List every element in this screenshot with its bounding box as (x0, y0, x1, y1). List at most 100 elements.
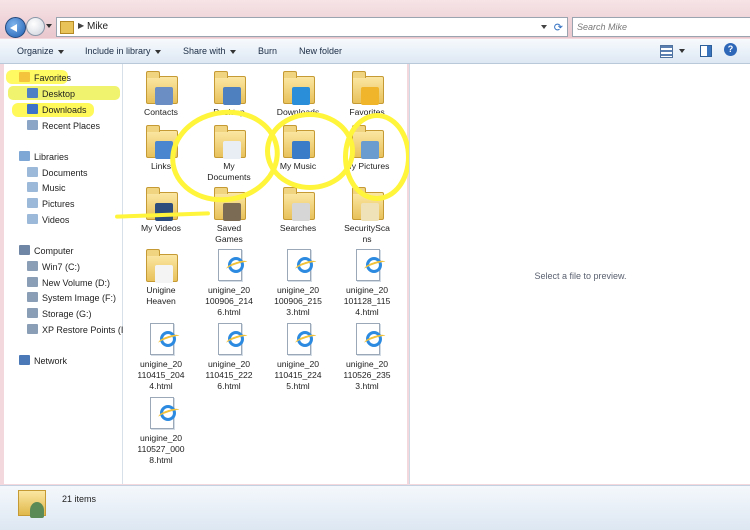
forward-button[interactable] (26, 17, 45, 36)
file-name-line: unigine_20 (207, 285, 251, 295)
file-name-line: 100906_214 (205, 296, 253, 306)
title-bar: ▶ Mike ⟳ Search Mike (0, 0, 750, 38)
nav-network-label: Network (34, 356, 68, 366)
downloads-icon (283, 71, 315, 105)
address-bar[interactable]: ▶ Mike ⟳ (56, 17, 568, 37)
file-item[interactable]: unigine_20 110415_204 4.html (129, 322, 193, 392)
nav-drive-4-label: XP Restore Points (I: (42, 325, 126, 335)
back-button[interactable] (5, 17, 26, 38)
include-in-library-button[interactable]: Include in library (85, 46, 161, 56)
nav-recent-places-label: Recent Places (42, 121, 101, 131)
computer-icon (19, 245, 30, 255)
file-name-line: 101128_115 (343, 296, 391, 306)
html-file-icon (150, 397, 176, 429)
internet-explorer-icon (366, 257, 382, 273)
file-name-line: unigine_20 (345, 359, 389, 369)
folder-icon (60, 21, 74, 34)
overlay-icon (361, 87, 379, 105)
file-name-line: Contacts (144, 107, 178, 117)
icon-wrapper (212, 70, 246, 105)
icon-wrapper (212, 322, 246, 356)
breadcrumb[interactable]: Mike (87, 21, 108, 32)
organize-button[interactable]: Organize (17, 46, 64, 56)
chevron-down-icon[interactable] (679, 49, 685, 53)
internet-explorer-icon (297, 331, 313, 347)
file-item[interactable]: Contacts (129, 70, 193, 118)
icon-wrapper (144, 70, 178, 105)
file-item[interactable]: unigine_20 110415_224 5.html (266, 322, 330, 392)
folder-icon (146, 249, 178, 283)
highlight-circle (343, 113, 411, 201)
internet-explorer-icon (160, 331, 176, 347)
file-item[interactable]: unigine_20 110415_222 6.html (197, 322, 261, 392)
nav-drive-3-label: Storage (G:) (42, 309, 92, 319)
preview-pane-icon[interactable] (700, 45, 712, 57)
icon-wrapper (144, 396, 178, 430)
documents-icon (27, 167, 38, 177)
search-input[interactable]: Search Mike (572, 17, 750, 37)
recent-places-icon (27, 120, 38, 130)
nav-documents-label: Documents (42, 168, 88, 178)
preview-message: Select a file to preview. (534, 271, 627, 281)
music-icon (27, 182, 38, 192)
overlay-icon (292, 87, 310, 105)
nav-drive-1-label: New Volume (D:) (42, 278, 111, 288)
overlay-icon (223, 203, 241, 221)
libraries-icon (19, 151, 30, 161)
file-name-line: Unigine (146, 285, 176, 295)
html-file-icon (356, 323, 382, 355)
file-name-line: 110527_000 (137, 444, 185, 454)
details-pane: 21 items (0, 485, 750, 530)
include-label: Include in library (85, 46, 151, 56)
file-name-line: Games (215, 234, 243, 244)
file-item[interactable]: unigine_20 110526_235 3.html (335, 322, 399, 392)
file-item[interactable]: Downloads (266, 70, 330, 118)
views-icon[interactable] (660, 45, 673, 58)
internet-explorer-icon (160, 405, 176, 421)
help-icon[interactable]: ? (724, 43, 737, 56)
file-item[interactable]: unigine_20 100906_214 6.html (197, 248, 261, 318)
internet-explorer-icon (228, 257, 244, 273)
file-item[interactable]: unigine_20 110527_000 8.html (129, 396, 193, 466)
file-name-line: 5.html (286, 381, 310, 391)
pictures-icon (27, 198, 38, 208)
file-name-line: unigine_20 (276, 285, 320, 295)
file-name-line: 110415_222 (205, 370, 253, 380)
chevron-down-icon (229, 49, 236, 54)
drive-icon (27, 324, 38, 334)
html-file-icon (150, 323, 176, 355)
nav-desktop-label: Desktop (42, 89, 76, 99)
file-item[interactable]: My Videos (129, 186, 193, 234)
file-item[interactable]: Unigine Heaven (129, 248, 193, 307)
burn-button[interactable]: Burn (258, 46, 277, 56)
internet-explorer-icon (366, 331, 382, 347)
command-bar: Organize Include in library Share with B… (0, 39, 750, 64)
file-name-line: 110415_224 (274, 370, 322, 380)
file-item[interactable]: unigine_20 101128_115 4.html (335, 248, 399, 318)
nav-music-label: Music (42, 183, 66, 193)
file-name-line: unigine_20 (276, 359, 320, 369)
share-with-button[interactable]: Share with (183, 46, 236, 56)
refresh-icon[interactable]: ⟳ (554, 21, 563, 34)
drive-icon (27, 308, 38, 318)
file-item[interactable]: Favorites (335, 70, 399, 118)
internet-explorer-icon (228, 331, 244, 347)
file-name-line: 6.html (217, 381, 241, 391)
file-item[interactable]: unigine_20 100906_215 3.html (266, 248, 330, 318)
file-item[interactable]: Searches (266, 186, 330, 234)
item-count: 21 items (62, 494, 97, 504)
new-folder-button[interactable]: New folder (299, 46, 342, 56)
recent-pages-dropdown[interactable] (46, 24, 52, 28)
html-file-icon (287, 323, 313, 355)
icon-wrapper (281, 70, 315, 105)
star-icon (19, 72, 30, 82)
icon-wrapper (350, 322, 384, 356)
searches-icon (283, 187, 315, 221)
chevron-down-icon[interactable] (541, 25, 547, 29)
preview-pane: Select a file to preview. (409, 64, 750, 484)
overlay-icon (361, 203, 379, 221)
search-placeholder: Search Mike (577, 22, 628, 32)
file-name-line: unigine_20 (139, 433, 183, 443)
file-name-line: 8.html (149, 455, 173, 465)
organize-label: Organize (17, 46, 54, 56)
